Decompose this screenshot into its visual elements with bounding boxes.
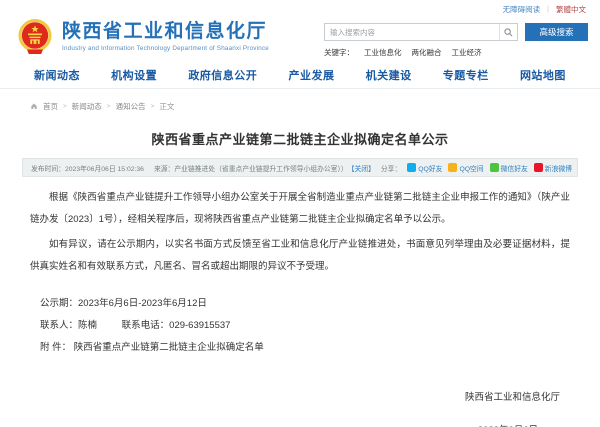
nav-item-special-topics[interactable]: 专题专栏 [443, 67, 489, 83]
accessibility-link[interactable]: 无障碍阅读 [503, 4, 541, 15]
weibo-icon [534, 163, 543, 172]
article-paragraph: 根据《陕西省重点产业链提升工作领导小组办公室关于开展全省制造业重点产业链第二批链… [30, 187, 570, 230]
national-emblem-logo [15, 17, 55, 58]
share-qzone[interactable]: QQ空间 [448, 163, 483, 173]
publish-time: 发布时间：2023年06月06日 15:02:36 [31, 163, 144, 173]
nav-item-news[interactable]: 新闻动态 [34, 67, 80, 83]
topbar-divider: | [547, 6, 549, 13]
article-paragraph: 如有异议，请在公示期内，以实名书面方式反馈至省工业和信息化厅产业链推进处，书面意… [30, 234, 570, 277]
contact-person: 联系人：陈楠 [40, 320, 97, 331]
breadcrumb-separator: > [63, 103, 67, 110]
advanced-search-button[interactable]: 高级搜索 [525, 23, 588, 41]
attachment-label: 附 件： [40, 342, 71, 353]
search-box [324, 23, 518, 41]
qq-icon [407, 163, 416, 172]
contact-row: 联系人：陈楠 联系电话：029-63915537 [40, 315, 570, 337]
attachment-row: 附 件： 陕西省重点产业链第二批链主企业拟确定名单 [40, 337, 570, 359]
nav-item-agency-building[interactable]: 机关建设 [366, 67, 412, 83]
signature-date: 2023年6月6日 [0, 422, 600, 427]
article-source: 来源：产业链推进处（省重点产业链提升工作领导小组办公室）） [154, 163, 348, 173]
attachment-link[interactable]: 陕西省重点产业链第二批链主企业拟确定名单 [74, 342, 264, 353]
article-meta-bar: 发布时间：2023年06月06日 15:02:36 来源：产业链推进处（省重点产… [22, 158, 578, 177]
breadcrumb-current: 正文 [159, 101, 174, 112]
share-label: 分享： [381, 163, 401, 173]
search-input[interactable] [325, 24, 499, 40]
nav-item-organization[interactable]: 机构设置 [111, 67, 157, 83]
keyword-link-industry-info[interactable]: 工业信息化 [364, 47, 402, 58]
home-icon [30, 102, 38, 112]
site-subtitle: Industry and Information Technology Depa… [62, 45, 269, 52]
search-area: 高级搜索 关键字： 工业信息化 两化融合 工业经济 [324, 16, 588, 58]
hot-keywords: 关键字： 工业信息化 两化融合 工业经济 [324, 47, 588, 58]
article-title: 陕西省重点产业链第二批链主企业拟确定名单公示 [0, 129, 600, 148]
keywords-label: 关键字： [324, 47, 354, 58]
keyword-link-integration[interactable]: 两化融合 [412, 47, 442, 58]
breadcrumb-notices[interactable]: 通知公告 [116, 101, 146, 112]
qzone-icon [448, 163, 457, 172]
nav-item-sitemap[interactable]: 网站地图 [520, 67, 566, 83]
top-utility-bar: 无障碍阅读 | 繁體中文 [0, 0, 600, 14]
signature-department: 陕西省工业和信息化厅 [0, 389, 600, 403]
breadcrumb: 首页 > 新闻动态 > 通知公告 > 正文 [0, 89, 600, 112]
close-button[interactable]: 【关闭】 [348, 163, 375, 173]
search-icon[interactable] [499, 24, 517, 40]
traditional-chinese-link[interactable]: 繁體中文 [556, 4, 586, 15]
site-header: 陕西省工业和信息化厅 Industry and Information Tech… [0, 14, 600, 62]
site-title: 陕西省工业和信息化厅 [62, 22, 269, 43]
wechat-icon [490, 163, 499, 172]
signature-block: 陕西省工业和信息化厅 2023年6月6日 [0, 389, 600, 427]
article-body: 根据《陕西省重点产业链提升工作领导小组办公室关于开展全省制造业重点产业链第二批链… [30, 187, 570, 277]
share-qq-friends[interactable]: QQ好友 [407, 163, 442, 173]
article-details: 公示期：2023年6月6日-2023年6月12日 联系人：陈楠 联系电话：029… [40, 293, 570, 359]
contact-phone: 联系电话：029-63915537 [122, 320, 231, 331]
share-wechat[interactable]: 微信好友 [490, 163, 528, 173]
nav-item-industry-development[interactable]: 产业发展 [288, 67, 334, 83]
publicity-period: 公示期：2023年6月6日-2023年6月12日 [40, 293, 570, 315]
breadcrumb-separator: > [107, 103, 111, 110]
main-nav: 新闻动态 机构设置 政府信息公开 产业发展 机关建设 专题专栏 网站地图 [0, 62, 600, 89]
nav-item-gov-info[interactable]: 政府信息公开 [188, 67, 257, 83]
breadcrumb-separator: > [151, 103, 155, 110]
breadcrumb-news[interactable]: 新闻动态 [72, 101, 102, 112]
keyword-link-industrial-economy[interactable]: 工业经济 [452, 47, 482, 58]
share-weibo[interactable]: 新浪微博 [534, 163, 572, 173]
site-logo-home-link[interactable]: 陕西省工业和信息化厅 Industry and Information Tech… [15, 16, 269, 58]
breadcrumb-home[interactable]: 首页 [43, 101, 58, 112]
